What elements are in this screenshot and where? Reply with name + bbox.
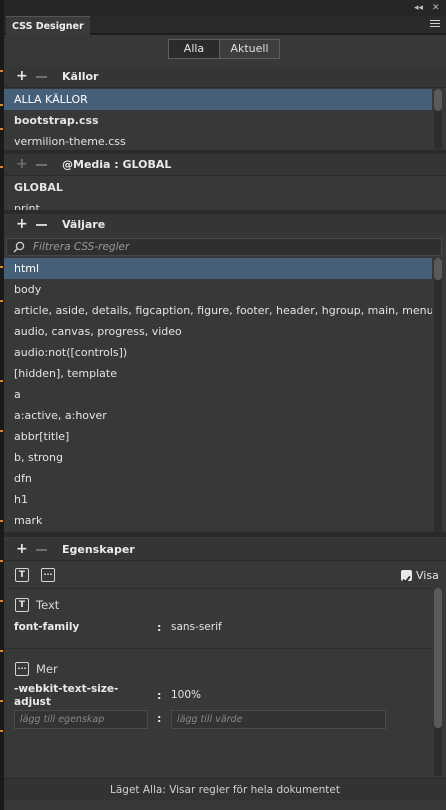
filter-placeholder: Filtrera CSS-regler: [33, 241, 130, 253]
separator: [4, 648, 432, 649]
sources-scrollbar[interactable]: [434, 89, 442, 149]
sources-title: Källor: [62, 70, 99, 83]
colon: :: [157, 621, 162, 634]
selector-item[interactable]: [hidden], template: [4, 363, 432, 384]
selector-item[interactable]: h1: [4, 489, 432, 510]
selectors-scrollbar[interactable]: [434, 258, 442, 532]
colon: :: [157, 712, 162, 725]
add-selector-icon[interactable]: +: [16, 216, 28, 232]
source-item[interactable]: bootstrap.css: [4, 110, 432, 131]
remove-selector-icon[interactable]: [36, 224, 47, 226]
media-item[interactable]: print: [4, 198, 432, 210]
mode-all-button[interactable]: Alla: [168, 39, 220, 59]
properties-scroll-thumb[interactable]: [434, 588, 442, 728]
text-section-label: Text: [36, 598, 60, 612]
media-header: + @Media : GLOBAL: [4, 154, 446, 176]
selector-item[interactable]: mark: [4, 510, 432, 531]
add-value-input[interactable]: lägg till värde: [171, 710, 386, 729]
remove-property-icon[interactable]: [36, 549, 47, 551]
selector-item[interactable]: body: [4, 279, 432, 300]
panel-divider[interactable]: [4, 532, 446, 537]
source-item[interactable]: vermilion-theme.css: [4, 131, 432, 152]
selector-item[interactable]: audio:not([controls]): [4, 342, 432, 363]
add-source-icon[interactable]: +: [16, 68, 28, 84]
panel-bottom: [4, 800, 446, 810]
selector-item[interactable]: abbr[title]: [4, 426, 432, 447]
search-icon: [13, 241, 25, 253]
text-section-icon: T: [15, 598, 29, 612]
add-property-input[interactable]: lägg till egenskap: [14, 710, 148, 729]
add-property-icon[interactable]: +: [16, 541, 28, 557]
status-bar: Läget Alla: Visar regler för hela dokume…: [4, 778, 446, 800]
tab-css-designer[interactable]: CSS Designer: [6, 16, 90, 35]
selector-item[interactable]: a: [4, 384, 432, 405]
selector-item[interactable]: b, strong: [4, 447, 432, 468]
selectors-title: Väljare: [62, 218, 106, 231]
show-set-checkbox[interactable]: [401, 570, 412, 584]
checkmark-icon: [402, 575, 411, 584]
collapse-icon[interactable]: ◂◂: [414, 1, 423, 15]
colon: :: [157, 689, 162, 702]
sources-scroll-thumb[interactable]: [434, 89, 442, 111]
properties-title: Egenskaper: [62, 543, 135, 556]
more-section-icon: ···: [15, 662, 29, 676]
selector-item[interactable]: html: [4, 258, 432, 279]
panel-titlebar: [4, 0, 446, 16]
source-item[interactable]: ALLA KÄLLOR: [4, 89, 432, 110]
close-icon[interactable]: ✕: [432, 1, 440, 15]
add-media-icon[interactable]: +: [16, 156, 28, 172]
more-category-icon[interactable]: ···: [41, 568, 55, 582]
media-title: @Media : GLOBAL: [62, 158, 172, 171]
remove-media-icon[interactable]: [36, 164, 47, 166]
selector-item[interactable]: article, aside, details, figcaption, fig…: [4, 300, 432, 321]
properties-header: + Egenskaper: [4, 539, 446, 561]
sources-header: + Källor: [4, 66, 446, 88]
text-category-icon[interactable]: T: [15, 568, 29, 582]
webkit-text-size-adjust-name[interactable]: -webkit-text-size-adjust: [14, 683, 134, 709]
show-set-label: Visa: [416, 569, 439, 582]
webkit-text-size-adjust-value[interactable]: 100%: [171, 689, 201, 701]
selector-item[interactable]: a:active, a:hover: [4, 405, 432, 426]
selectors-header: + Väljare: [4, 214, 446, 236]
media-item[interactable]: GLOBAL: [4, 177, 432, 198]
remove-source-icon[interactable]: [36, 76, 47, 78]
selector-item[interactable]: audio, canvas, progress, video: [4, 321, 432, 342]
font-family-value[interactable]: sans-serif: [171, 621, 222, 633]
more-section-label: Mer: [36, 662, 58, 676]
selector-filter-input[interactable]: Filtrera CSS-regler: [6, 238, 442, 256]
mode-current-button[interactable]: Aktuell: [220, 39, 280, 59]
separator: [4, 588, 432, 589]
panel-menu-icon[interactable]: [430, 20, 440, 29]
selector-item[interactable]: dfn: [4, 468, 432, 489]
selectors-scroll-thumb[interactable]: [434, 258, 442, 280]
properties-scrollbar[interactable]: [434, 588, 442, 776]
font-family-name[interactable]: font-family: [14, 621, 79, 633]
